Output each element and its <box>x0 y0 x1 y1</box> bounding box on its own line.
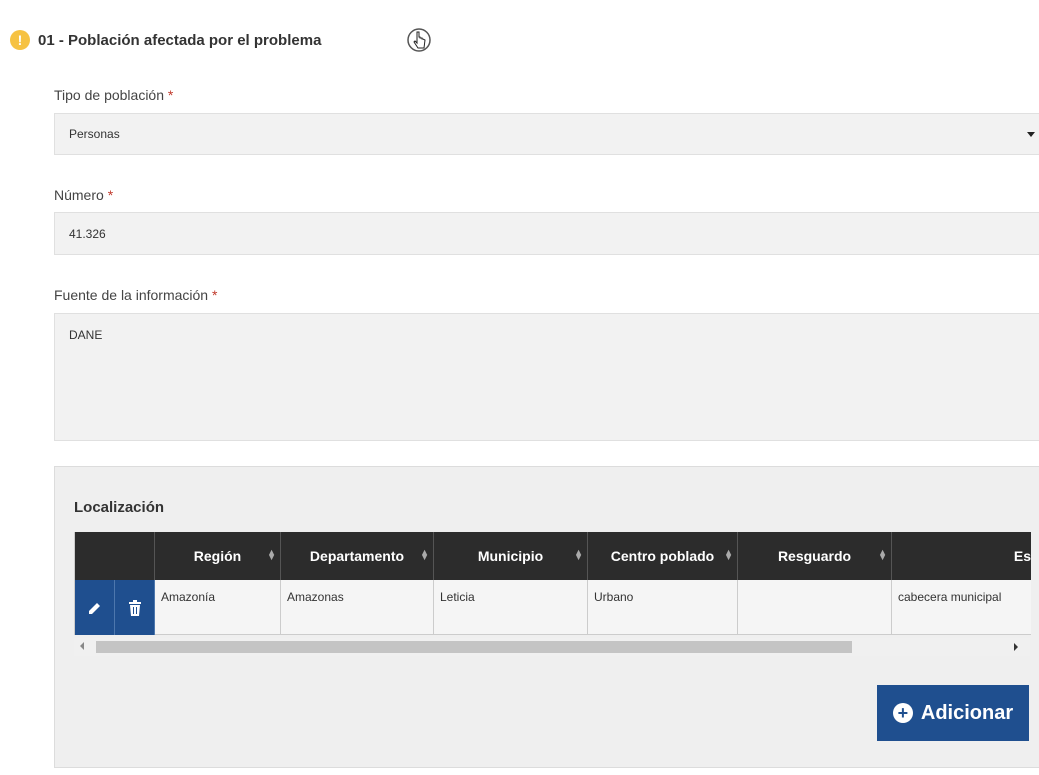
fuente-label: Fuente de la información * <box>54 287 218 303</box>
adicionar-button[interactable]: + Adicionar <box>877 685 1029 741</box>
pencil-icon <box>88 602 100 614</box>
cell-especifica: cabecera municipal <box>892 580 1031 635</box>
plus-circle-icon: + <box>892 703 913 723</box>
section-title: 01 - Población afectada por el problema <box>38 31 322 49</box>
cell-resguardo <box>738 580 892 635</box>
cell-departamento: Amazonas <box>281 580 434 635</box>
cell-centro-poblado: Urbano <box>588 580 738 635</box>
numero-value: 41.326 <box>69 226 106 241</box>
adicionar-label: Adicionar <box>920 701 1014 724</box>
trash-icon <box>128 599 141 616</box>
hand-pointer-icon <box>405 26 433 56</box>
column-header-resguardo[interactable]: Resguardo ▲ ▼ <box>738 532 892 580</box>
cell-region: Amazonía <box>155 580 281 635</box>
scroll-left-arrow-icon[interactable] <box>80 642 84 650</box>
column-header-municipio[interactable]: Municipio ▲ ▼ <box>434 532 588 580</box>
fuente-value: DANE <box>69 328 103 342</box>
localizacion-title: Localización <box>74 499 165 516</box>
tipo-poblacion-value: Personas <box>69 127 120 141</box>
tipo-poblacion-label: Tipo de población * <box>54 87 174 103</box>
sort-icon[interactable]: ▲ ▼ <box>724 548 733 562</box>
localizacion-grid: Región ▲ ▼ Departamento ▲ ▼ Municipio ▲ ▼ Cent… <box>74 532 1031 635</box>
scroll-right-arrow-icon[interactable] <box>1014 643 1018 651</box>
sort-icon[interactable]: ▲ ▼ <box>878 548 887 562</box>
column-header-centro-poblado[interactable]: Centro poblado ▲ ▼ <box>588 532 738 580</box>
tipo-poblacion-select[interactable]: Personas <box>54 113 1039 155</box>
caret-down-icon <box>1027 132 1035 137</box>
section-header: ! 01 - Población afectada por el problem… <box>10 28 321 52</box>
numero-input[interactable]: 41.326 <box>54 212 1039 255</box>
horizontal-scrollbar[interactable] <box>74 638 1030 656</box>
scroll-thumb[interactable] <box>96 641 852 653</box>
table-row: Amazonía Amazonas Leticia Urbano cabecer… <box>75 580 1031 635</box>
numero-label: Número * <box>54 187 114 203</box>
cell-municipio: Leticia <box>434 580 588 635</box>
column-header-departamento[interactable]: Departamento ▲ ▼ <box>281 532 434 580</box>
actions-header <box>75 532 155 580</box>
sort-icon[interactable]: ▲ ▼ <box>574 548 583 562</box>
warning-icon: ! <box>10 30 30 50</box>
column-header-region[interactable]: Región ▲ ▼ <box>155 532 281 580</box>
edit-button[interactable] <box>75 580 115 635</box>
fuente-textarea[interactable]: DANE <box>54 313 1039 441</box>
delete-button[interactable] <box>115 580 155 635</box>
grid-header: Región ▲ ▼ Departamento ▲ ▼ Municipio ▲ ▼ Cent… <box>75 532 1031 580</box>
sort-icon[interactable]: ▲ ▼ <box>267 548 276 562</box>
sort-icon[interactable]: ▲ ▼ <box>420 548 429 562</box>
column-header-es[interactable]: Es <box>892 532 1031 580</box>
